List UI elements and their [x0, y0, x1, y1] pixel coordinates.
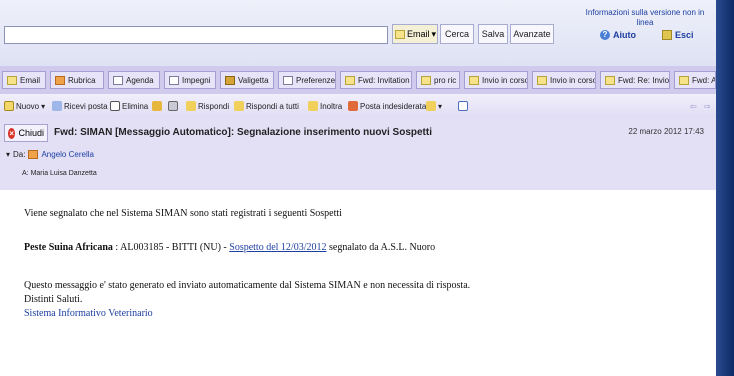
sender-name[interactable]: Angelo Cerella [41, 150, 93, 159]
from-row: ▾ Da: Angelo Cerella [6, 150, 94, 159]
new-button[interactable]: Nuovo ▾ [4, 98, 45, 114]
exit-icon [662, 30, 672, 40]
tasks-icon [169, 75, 179, 85]
reply-icon [186, 101, 196, 111]
disease-name: Peste Suina Africana [24, 242, 113, 253]
email-icon [605, 75, 615, 85]
window-edge-decoration [716, 0, 734, 376]
person-icon [28, 150, 39, 159]
advanced-search-button[interactable]: Avanzate [510, 24, 554, 44]
to-row: A: Maria Luisa Danzetta [22, 170, 97, 177]
tab-agenda[interactable]: Agenda [108, 71, 160, 89]
message-body: Viene segnalato che nel Sistema SIMAN so… [0, 190, 734, 376]
arrow-left-icon: ⇦ [690, 101, 697, 111]
close-icon: × [8, 127, 16, 139]
tab-email[interactable]: Email [2, 71, 46, 89]
body-signature: Sistema Informativo Veterinario [24, 308, 153, 319]
chevron-down-icon: ▾ [438, 101, 443, 111]
recipient-name[interactable]: Maria Luisa Danzetta [31, 170, 97, 177]
tab-impegni[interactable]: Impegni [164, 71, 216, 89]
new-message-icon [4, 101, 14, 111]
move-button[interactable] [152, 98, 162, 114]
tab-rubrica[interactable]: Rubrica [50, 71, 104, 89]
forward-icon [308, 101, 318, 111]
offline-version-info-link[interactable]: Informazioni sulla versione non in linea [580, 8, 710, 28]
search-scope-dropdown[interactable]: Email ▾ [392, 24, 438, 44]
body-auto-note: Questo messaggio e' stato generato ed in… [24, 280, 471, 291]
arrow-right-icon: ⇨ [704, 101, 711, 111]
exit-link[interactable]: Esci [662, 30, 694, 40]
tab-fwd-apri[interactable]: Fwd: Apri [674, 71, 716, 89]
email-icon [469, 75, 479, 85]
folder-icon [152, 101, 162, 111]
search-button[interactable]: Cerca [440, 24, 474, 44]
tab-invio-in-corso-2[interactable]: Invio in corso [532, 71, 596, 89]
suspect-link[interactable]: Sospetto del 12/03/2012 [229, 242, 326, 253]
receive-mail-icon [52, 101, 62, 111]
message-date: 22 marzo 2012 17:43 [628, 127, 704, 136]
preferences-icon [283, 75, 293, 85]
tab-fwd-re-invio[interactable]: Fwd: Re: Invio [600, 71, 670, 89]
email-client-window: Email ▾ Cerca Salva Avanzate Informazion… [0, 0, 734, 376]
previous-message-button[interactable]: ⇦ [690, 98, 697, 114]
email-icon [345, 75, 355, 85]
email-icon [537, 75, 547, 85]
body-greeting: Distinti Saluti. [24, 294, 83, 305]
print-icon [168, 101, 178, 111]
tab-invio-in-corso-1[interactable]: Invio in corso [464, 71, 528, 89]
view-button[interactable] [458, 98, 468, 114]
tab-fwd-invitation[interactable]: Fwd: Invitation [340, 71, 412, 89]
close-button[interactable]: × Chiudi [4, 124, 48, 142]
tab-valigetta[interactable]: Valigetta [220, 71, 274, 89]
tab-pro-ric[interactable]: pro ric [416, 71, 460, 89]
body-intro: Viene segnalato che nel Sistema SIMAN so… [24, 208, 342, 219]
message-toolbar: Nuovo ▾ Ricevi posta Elimina Rispondi Ris… [0, 94, 734, 119]
calendar-icon [113, 75, 123, 85]
help-icon: ? [600, 30, 610, 40]
reply-all-icon [234, 101, 244, 111]
app-tabs: Email Rubrica Agenda Impegni Valigetta P… [0, 66, 734, 95]
expand-toggle-icon[interactable]: ▾ [6, 150, 10, 159]
next-message-button[interactable]: ⇨ [704, 98, 711, 114]
view-icon [458, 101, 468, 111]
message-subject: Fwd: SIMAN [Messaggio Automatico]: Segna… [54, 127, 432, 138]
chevron-down-icon: ▾ [431, 28, 437, 39]
help-link[interactable]: ? Aiuto [600, 30, 636, 40]
junk-button[interactable]: Posta indesiderata [348, 98, 426, 114]
receive-mail-button[interactable]: Ricevi posta [52, 98, 108, 114]
forward-button[interactable]: Inoltra [308, 98, 342, 114]
tag-icon [426, 101, 436, 111]
delete-button[interactable]: Elimina [110, 98, 148, 114]
tab-preferenze[interactable]: Preferenze [278, 71, 336, 89]
chevron-down-icon: ▾ [41, 101, 46, 111]
save-search-button[interactable]: Salva [478, 24, 508, 44]
message-header: × Chiudi Fwd: SIMAN [Messaggio Automatic… [0, 118, 734, 191]
email-icon [395, 29, 405, 39]
tag-button[interactable]: ▾ [426, 98, 442, 114]
briefcase-icon [225, 75, 235, 85]
email-icon [421, 75, 431, 85]
print-button[interactable] [168, 98, 178, 114]
search-input[interactable] [4, 26, 388, 44]
email-icon [7, 75, 17, 85]
body-suspect-line: Peste Suina Africana : AL003185 - BITTI … [24, 242, 436, 253]
email-icon [679, 75, 689, 85]
junk-icon [348, 101, 358, 111]
search-bar: Email ▾ Cerca Salva Avanzate Informazion… [0, 0, 734, 67]
contacts-icon [55, 75, 65, 85]
reply-all-button[interactable]: Rispondi a tutti [234, 98, 299, 114]
trash-icon [110, 101, 120, 111]
reply-button[interactable]: Rispondi [186, 98, 229, 114]
